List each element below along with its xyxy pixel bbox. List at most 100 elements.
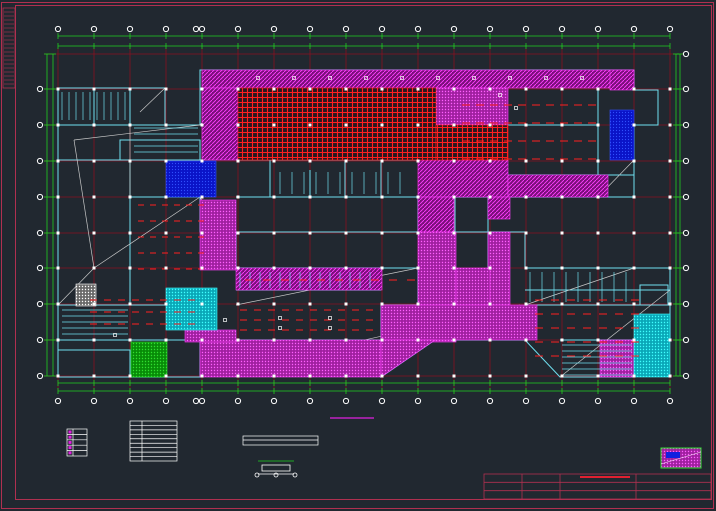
column-marker — [128, 338, 132, 342]
column-marker — [632, 302, 636, 306]
column-marker — [380, 159, 384, 163]
axis-bubble-bottom — [558, 397, 566, 405]
axis-bubble-bottom — [126, 397, 134, 405]
axis-bubble-left — [36, 372, 44, 380]
legend-table — [66, 428, 88, 457]
column-marker — [524, 231, 528, 235]
column-marker — [236, 266, 240, 270]
column-marker — [560, 374, 564, 378]
column-marker — [56, 159, 60, 163]
column-marker — [236, 123, 240, 127]
axis-bubble-left — [36, 300, 44, 308]
column-marker — [632, 87, 636, 91]
column-marker — [416, 87, 420, 91]
axis-bubble-bottom — [54, 397, 62, 405]
axis-bubble-left — [36, 121, 44, 129]
column-marker — [380, 302, 384, 306]
column-marker — [308, 195, 312, 199]
axis-bubble-bottom — [486, 397, 494, 405]
column-marker — [200, 266, 204, 270]
axis-bubble-top — [486, 25, 494, 33]
column-marker — [668, 302, 672, 306]
column-marker — [92, 338, 96, 342]
column-marker — [56, 87, 60, 91]
axis-bubble-left — [36, 264, 44, 272]
column-marker — [452, 266, 456, 270]
column-marker — [452, 231, 456, 235]
column-marker — [92, 123, 96, 127]
column-marker — [164, 231, 168, 235]
axis-bubble-left — [36, 157, 44, 165]
column-marker — [164, 195, 168, 199]
axis-bubble-bottom — [450, 397, 458, 405]
column-marker — [488, 374, 492, 378]
axis-bubble-top — [90, 25, 98, 33]
column-marker — [164, 374, 168, 378]
column-marker — [200, 195, 204, 199]
legend-swatch — [68, 435, 72, 439]
column-marker — [452, 338, 456, 342]
column-marker — [668, 374, 672, 378]
column-marker — [380, 231, 384, 235]
axis-bubble-bottom — [522, 397, 530, 405]
column-marker — [560, 231, 564, 235]
column-marker — [524, 374, 528, 378]
axis-bubble-top — [630, 25, 638, 33]
legend-swatch — [68, 451, 72, 455]
column-marker — [164, 123, 168, 127]
column-marker — [92, 266, 96, 270]
column-marker — [488, 159, 492, 163]
column-marker — [380, 266, 384, 270]
column-marker — [596, 302, 600, 306]
column-marker — [488, 195, 492, 199]
legend-swatch — [68, 440, 72, 444]
column-marker-small — [223, 318, 227, 322]
column-marker — [272, 338, 276, 342]
column-marker — [452, 195, 456, 199]
column-marker — [380, 87, 384, 91]
axis-bubble-bottom — [378, 397, 386, 405]
column-marker — [668, 266, 672, 270]
column-marker-small — [278, 316, 282, 320]
column-marker — [200, 231, 204, 235]
axis-bubble-top — [378, 25, 386, 33]
column-marker — [560, 87, 564, 91]
column-marker — [632, 195, 636, 199]
column-marker — [308, 87, 312, 91]
cad-drawing-viewport[interactable] — [0, 0, 716, 511]
column-marker — [128, 374, 132, 378]
column-marker — [560, 338, 564, 342]
column-marker — [560, 159, 564, 163]
column-marker — [596, 338, 600, 342]
column-marker-small — [278, 326, 282, 330]
column-marker — [488, 338, 492, 342]
axis-bubble-right — [682, 229, 690, 237]
column-marker — [488, 302, 492, 306]
column-marker — [344, 159, 348, 163]
column-marker — [416, 195, 420, 199]
column-marker — [164, 159, 168, 163]
column-marker — [128, 159, 132, 163]
column-marker — [668, 231, 672, 235]
column-marker — [56, 302, 60, 306]
column-marker — [380, 195, 384, 199]
column-marker — [128, 123, 132, 127]
axis-bubble-bottom — [306, 397, 314, 405]
column-marker — [668, 87, 672, 91]
column-marker — [380, 123, 384, 127]
column-marker — [596, 374, 600, 378]
column-marker — [344, 195, 348, 199]
column-marker — [164, 338, 168, 342]
column-marker — [200, 374, 204, 378]
column-marker — [128, 231, 132, 235]
column-marker — [272, 266, 276, 270]
axis-bubble-top — [126, 25, 134, 33]
column-marker — [596, 266, 600, 270]
axis-bubble-bottom — [414, 397, 422, 405]
column-marker — [632, 159, 636, 163]
column-marker — [524, 266, 528, 270]
axis-bubble-right — [682, 193, 690, 201]
column-marker — [632, 338, 636, 342]
column-marker — [524, 338, 528, 342]
axis-bubble-top — [558, 25, 566, 33]
